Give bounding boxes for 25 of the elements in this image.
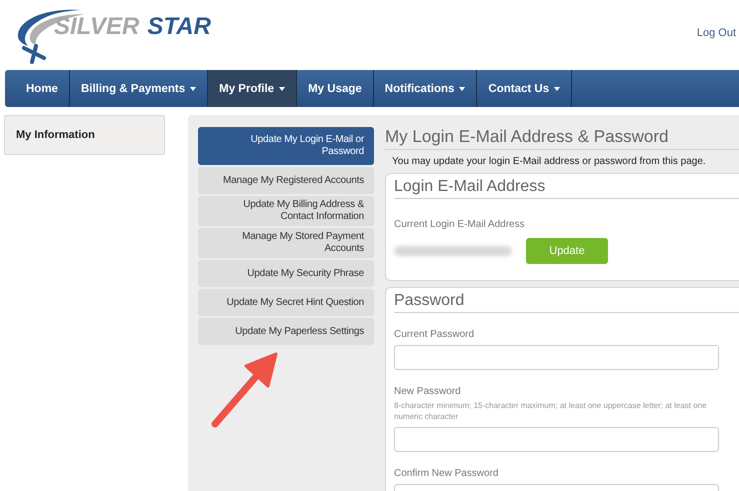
page-title: My Login E-Mail Address & Password (385, 127, 739, 150)
field-label: Confirm New Password (394, 468, 500, 479)
field-hint: 8-character minimum; 15-character maximum; at least one uppercase letter; at least one numeric character (394, 400, 708, 422)
submenu-item[interactable]: Manage My Registered Accounts (198, 167, 374, 194)
intro-text: You may update your login E-Mail address or password from this page. (392, 156, 707, 167)
submenu-item[interactable]: Update My Paperless Settings (198, 318, 374, 345)
submenu-item[interactable]: Update My Billing Address & Contact Information (198, 196, 374, 226)
nav-item[interactable]: Notifications (374, 70, 478, 107)
nav-item[interactable]: Contact Us (477, 70, 572, 107)
submenu-item[interactable]: Update My Login E-Mail or Password (198, 127, 374, 165)
field-label: New Password (394, 386, 462, 397)
panel-title: My Information (16, 129, 96, 141)
logout-link[interactable]: Log Out (696, 27, 736, 39)
field-label: Current Login E-Mail Address (394, 219, 526, 230)
submenu-item[interactable]: Manage My Stored Payment Accounts (198, 228, 374, 258)
submenu-item[interactable]: Update My Secret Hint Question (198, 289, 374, 316)
logo-text: SILVER (54, 13, 140, 41)
submenu-item[interactable]: Update My Security Phrase (198, 260, 374, 287)
nav-item[interactable]: Home (5, 70, 70, 107)
nav-item[interactable]: My Usage (297, 70, 374, 107)
card-title: Login E-Mail Address (394, 178, 739, 199)
logo-text: STAR (147, 13, 211, 41)
field-label: Current Password (394, 329, 476, 340)
nav-item[interactable]: My Profile (208, 70, 298, 107)
card-title: Password (394, 292, 739, 313)
